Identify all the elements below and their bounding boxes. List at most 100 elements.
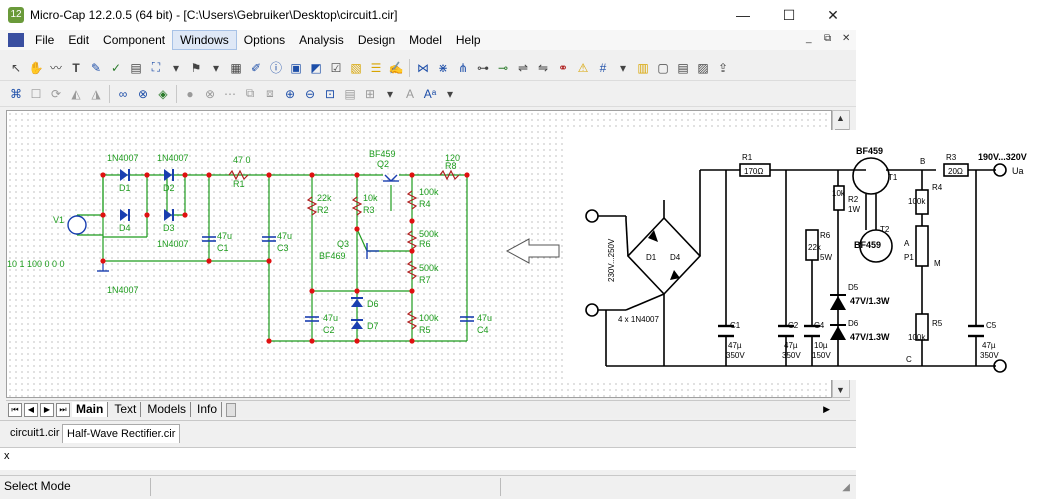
page4-icon[interactable]: ▨ <box>694 59 712 77</box>
sheet-tab-text[interactable]: Text <box>110 402 142 417</box>
align-icon[interactable]: ⊞ <box>361 85 379 103</box>
copy-icon[interactable]: ⧉ <box>241 85 259 103</box>
tree-icon[interactable]: ⌘ <box>7 85 25 103</box>
pen-icon[interactable]: ✎ <box>87 59 105 77</box>
menu-file[interactable]: File <box>28 30 61 50</box>
prev-sheet-icon[interactable]: ◀ <box>24 402 38 417</box>
label-r7-ref: R7 <box>419 275 431 285</box>
grid-icon[interactable]: ▦ <box>227 59 245 77</box>
warning-icon[interactable]: ⚠ <box>574 59 592 77</box>
font-icon[interactable]: A <box>401 85 419 103</box>
wire-icon[interactable]: 〰 <box>47 59 65 77</box>
find-icon[interactable]: ◈ <box>154 85 172 103</box>
dropdown-icon[interactable]: ▾ <box>381 85 399 103</box>
pin-icon[interactable]: ⋈ <box>414 59 432 77</box>
copy2-icon[interactable]: ⧈ <box>261 85 279 103</box>
sheet-tab-info[interactable]: Info <box>193 402 223 417</box>
resize-grip-icon[interactable]: ◢ <box>842 482 850 493</box>
sheet-tab-models[interactable]: Models <box>143 402 192 417</box>
checkbox-icon[interactable]: ☑ <box>327 59 345 77</box>
dots-icon[interactable]: ⋯ <box>221 85 239 103</box>
edit-icon[interactable]: ✍ <box>387 59 405 77</box>
probe-icon[interactable]: ✓ <box>107 59 125 77</box>
window-icon[interactable]: ▣ <box>287 59 305 77</box>
pin2-icon[interactable]: ⋇ <box>434 59 452 77</box>
sheet-tab-main[interactable]: Main <box>72 402 109 417</box>
menu-windows[interactable]: Windows <box>172 30 237 50</box>
mdi-minimize-button[interactable]: _ <box>806 33 812 44</box>
app-icon[interactable]: 12 <box>8 7 24 23</box>
printer-icon[interactable]: ▤ <box>127 59 145 77</box>
horizontal-scroll-thumb[interactable] <box>226 402 237 417</box>
mdi-close-button[interactable]: ✕ <box>842 33 850 44</box>
dropdown-icon[interactable]: ▾ <box>614 59 632 77</box>
pin3-icon[interactable]: ⋔ <box>454 59 472 77</box>
next-sheet-icon[interactable]: ▶ <box>40 402 54 417</box>
menu-help[interactable]: Help <box>449 30 488 50</box>
brush-icon[interactable]: ✐ <box>247 59 265 77</box>
zoom-in-icon[interactable]: ⊕ <box>281 85 299 103</box>
table-icon[interactable]: ☰ <box>367 59 385 77</box>
ref-c1-voltage: 350V <box>726 351 745 360</box>
menu-model[interactable]: Model <box>402 30 449 50</box>
node3-icon[interactable]: ⇋ <box>534 59 552 77</box>
document-icon[interactable] <box>8 33 24 47</box>
mirror-icon[interactable]: ◭ <box>67 85 85 103</box>
palette-icon[interactable]: ◩ <box>307 59 325 77</box>
scroll-down-icon[interactable]: ▼ <box>836 385 845 395</box>
ref-r5-ref: R5 <box>932 319 943 328</box>
doc-tab-half-wave-rectifier[interactable]: Half-Wave Rectifier.cir <box>62 424 181 443</box>
command-input[interactable] <box>14 449 856 469</box>
page3-icon[interactable]: ▤ <box>674 59 692 77</box>
scroll-right-icon[interactable]: ▶ <box>823 404 830 415</box>
menu-edit[interactable]: Edit <box>61 30 96 50</box>
menu-design[interactable]: Design <box>351 30 402 50</box>
stop-icon[interactable]: ● <box>181 85 199 103</box>
info-icon[interactable]: ⓘ <box>267 59 285 77</box>
command-close-icon[interactable]: x <box>4 450 10 462</box>
mdi-restore-button[interactable]: ⧉ <box>824 33 831 44</box>
box-icon[interactable]: ☐ <box>27 85 45 103</box>
node2-icon[interactable]: ⇌ <box>514 59 532 77</box>
pin4-icon[interactable]: ⊶ <box>474 59 492 77</box>
label-d1-ref: D1 <box>119 183 131 193</box>
grid2-icon[interactable]: # <box>594 59 612 77</box>
ref-d6-value: 47V/1.3W <box>850 332 890 342</box>
node4-icon[interactable]: ⚭ <box>554 59 572 77</box>
ref-r6-value: 22k <box>808 243 822 252</box>
hand-icon[interactable]: ✋ <box>27 59 45 77</box>
menu-analysis[interactable]: Analysis <box>292 30 351 50</box>
toolbar-main: ↖ ✋ 〰 T ✎ ✓ ▤ ⛶ ▾ ⚑ ▾ ▦ ✐ ⓘ ▣ ◩ ☑ ▧ ☰ ✍ … <box>0 55 856 81</box>
text-icon[interactable]: T <box>67 59 85 77</box>
scroll-up-icon[interactable]: ▲ <box>836 113 845 123</box>
dropdown-icon[interactable]: ▾ <box>207 59 225 77</box>
minimize-button[interactable]: — <box>720 0 766 30</box>
dropdown-icon[interactable]: ▾ <box>167 59 185 77</box>
menu-component[interactable]: Component <box>96 30 172 50</box>
zoom-fit-icon[interactable]: ⊡ <box>321 85 339 103</box>
flag-icon[interactable]: ⚑ <box>187 59 205 77</box>
zoom-out-icon[interactable]: ⊖ <box>301 85 319 103</box>
cancel-icon[interactable]: ⊗ <box>201 85 219 103</box>
page-icon[interactable]: ▥ <box>634 59 652 77</box>
binoculars2-icon[interactable]: ⊗ <box>134 85 152 103</box>
image-icon[interactable]: ▧ <box>347 59 365 77</box>
doc-tab-circuit1[interactable]: circuit1.cir <box>6 424 64 442</box>
font-size-icon[interactable]: Aᵃ <box>421 85 439 103</box>
page5-icon[interactable]: ▤ <box>341 85 359 103</box>
dropdown-icon[interactable]: ▾ <box>441 85 459 103</box>
maximize-button[interactable]: ☐ <box>766 0 812 30</box>
binoculars-icon[interactable]: ∞ <box>114 85 132 103</box>
first-sheet-icon[interactable]: ⏮ <box>8 402 22 417</box>
mirror2-icon[interactable]: ◮ <box>87 85 105 103</box>
menu-options[interactable]: Options <box>237 30 292 50</box>
pointer-icon[interactable]: ↖ <box>7 59 25 77</box>
close-button[interactable]: ✕ <box>810 0 856 30</box>
label-r6-ref: R6 <box>419 239 431 249</box>
component-icon[interactable]: ⛶ <box>147 59 165 77</box>
last-sheet-icon[interactable]: ⏭ <box>56 402 70 417</box>
node-icon[interactable]: ⊸ <box>494 59 512 77</box>
page2-icon[interactable]: ▢ <box>654 59 672 77</box>
rotate-icon[interactable]: ⟳ <box>47 85 65 103</box>
export-icon[interactable]: ⇪ <box>714 59 732 77</box>
